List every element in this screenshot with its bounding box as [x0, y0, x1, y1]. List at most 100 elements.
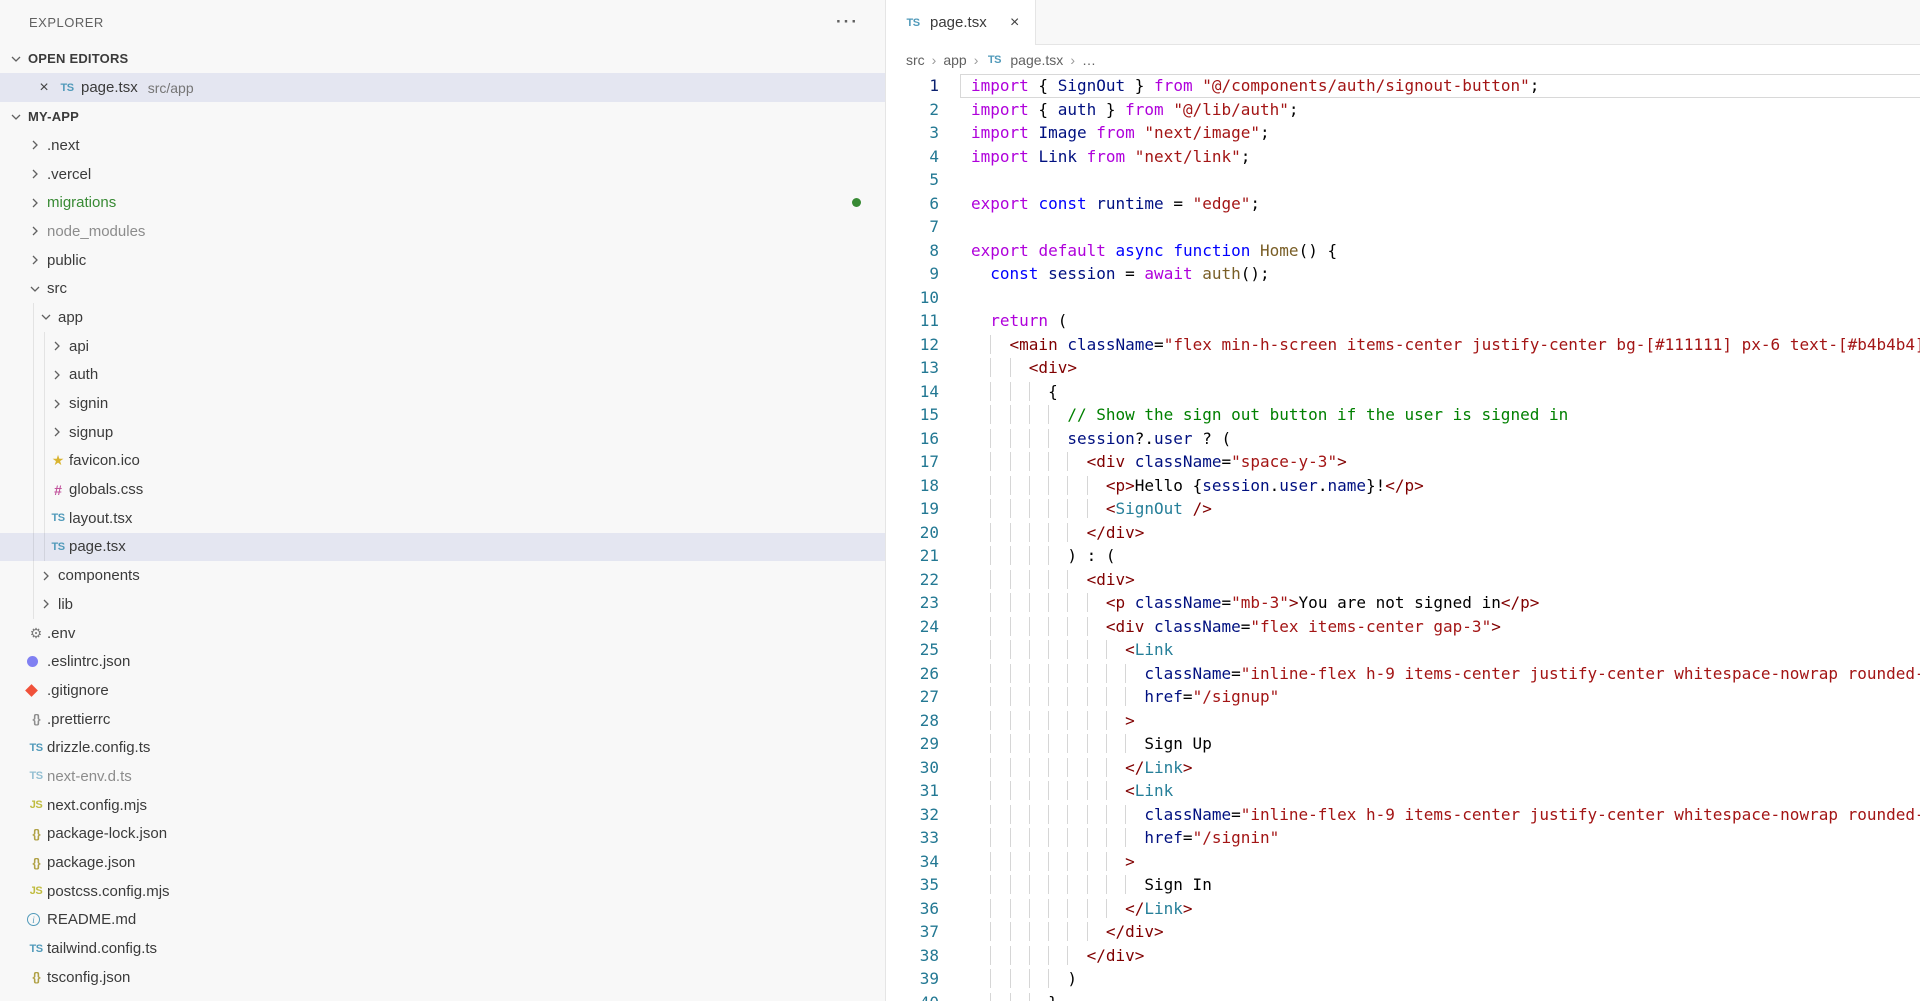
- tree-file-tailwind.config.ts[interactable]: TStailwind.config.ts: [0, 934, 885, 963]
- code-line[interactable]: 32 className="inline-flex h-9 items-cent…: [886, 803, 1920, 827]
- code-line[interactable]: 24 <div className="flex items-center gap…: [886, 615, 1920, 639]
- code-line[interactable]: 18 <p>Hello {session.user.name}!</p>: [886, 474, 1920, 498]
- tree-file-.prettierrc[interactable]: {}.prettierrc: [0, 705, 885, 734]
- code-line[interactable]: 4import Link from "next/link";: [886, 145, 1920, 169]
- code-line[interactable]: 14 {: [886, 380, 1920, 404]
- line-number[interactable]: 24: [886, 615, 939, 639]
- code-line[interactable]: 6export const runtime = "edge";: [886, 192, 1920, 216]
- tree-file-next.config.mjs[interactable]: JSnext.config.mjs: [0, 791, 885, 820]
- code-line[interactable]: 28 >: [886, 709, 1920, 733]
- tree-folder-components[interactable]: components: [0, 561, 885, 590]
- line-number[interactable]: 4: [886, 145, 939, 169]
- line-number[interactable]: 31: [886, 779, 939, 803]
- open-editor-item-page-tsx[interactable]: × TS page.tsx src/app: [0, 73, 885, 102]
- tree-folder-lib[interactable]: lib: [0, 590, 885, 619]
- line-number[interactable]: 9: [886, 262, 939, 286]
- tree-file-layout.tsx[interactable]: TSlayout.tsx: [0, 504, 885, 533]
- code-line[interactable]: 13 <div>: [886, 356, 1920, 380]
- tree-folder-api[interactable]: api: [0, 332, 885, 361]
- code-line[interactable]: 17 <div className="space-y-3">: [886, 450, 1920, 474]
- line-number[interactable]: 16: [886, 427, 939, 451]
- close-icon[interactable]: ×: [36, 80, 52, 96]
- line-number[interactable]: 40: [886, 991, 939, 1001]
- line-number[interactable]: 29: [886, 732, 939, 756]
- code-line[interactable]: 23 <p className="mb-3">You are not signe…: [886, 591, 1920, 615]
- code-line[interactable]: 37 </div>: [886, 920, 1920, 944]
- line-number[interactable]: 3: [886, 121, 939, 145]
- line-number[interactable]: 19: [886, 497, 939, 521]
- line-number[interactable]: 7: [886, 215, 939, 239]
- close-tab-icon[interactable]: ×: [1007, 15, 1023, 31]
- tree-folder-node_modules[interactable]: node_modules: [0, 217, 885, 246]
- more-actions-button[interactable]: ···: [836, 12, 859, 32]
- tree-file-.env[interactable]: ⚙.env: [0, 619, 885, 648]
- code-line[interactable]: 34 >: [886, 850, 1920, 874]
- tree-file-next-env.d.ts[interactable]: TSnext-env.d.ts: [0, 762, 885, 791]
- tree-file-favicon.ico[interactable]: ★favicon.ico: [0, 447, 885, 476]
- tree-file-page.tsx[interactable]: TSpage.tsx: [0, 533, 885, 562]
- code-line[interactable]: 5: [886, 168, 1920, 192]
- code-line[interactable]: 25 <Link: [886, 638, 1920, 662]
- code-line[interactable]: 33 href="/signin": [886, 826, 1920, 850]
- tree-file-drizzle.config.ts[interactable]: TSdrizzle.config.ts: [0, 733, 885, 762]
- tree-file-package-lock.json[interactable]: {}package-lock.json: [0, 820, 885, 849]
- tree-file-tsconfig.json[interactable]: {}tsconfig.json: [0, 963, 885, 992]
- breadcrumb-app[interactable]: app: [943, 52, 966, 68]
- tree-folder-signin[interactable]: signin: [0, 389, 885, 418]
- line-number[interactable]: 5: [886, 168, 939, 192]
- tab-page-tsx[interactable]: TS page.tsx ×: [886, 0, 1036, 45]
- tree-folder-signup[interactable]: signup: [0, 418, 885, 447]
- line-number[interactable]: 14: [886, 380, 939, 404]
- tree-folder-public[interactable]: public: [0, 246, 885, 275]
- tree-file-.gitignore[interactable]: .gitignore: [0, 676, 885, 705]
- code-line[interactable]: 3import Image from "next/image";: [886, 121, 1920, 145]
- line-number[interactable]: 32: [886, 803, 939, 827]
- tree-folder-auth[interactable]: auth: [0, 361, 885, 390]
- line-number[interactable]: 23: [886, 591, 939, 615]
- line-number[interactable]: 25: [886, 638, 939, 662]
- line-number[interactable]: 21: [886, 544, 939, 568]
- project-root-header[interactable]: MY-APP: [0, 102, 885, 131]
- line-number[interactable]: 10: [886, 286, 939, 310]
- tree-file-.eslintrc.json[interactable]: .eslintrc.json: [0, 647, 885, 676]
- tree-file-package.json[interactable]: {}package.json: [0, 848, 885, 877]
- line-number[interactable]: 39: [886, 967, 939, 991]
- code-line[interactable]: 26 className="inline-flex h-9 items-cent…: [886, 662, 1920, 686]
- code-line[interactable]: 29 Sign Up: [886, 732, 1920, 756]
- code-line[interactable]: 22 <div>: [886, 568, 1920, 592]
- line-number[interactable]: 38: [886, 944, 939, 968]
- code-line[interactable]: 16 session?.user ? (: [886, 427, 1920, 451]
- code-editor[interactable]: 1import { SignOut } from "@/components/a…: [886, 74, 1920, 1001]
- code-line[interactable]: 2import { auth } from "@/lib/auth";: [886, 98, 1920, 122]
- tree-folder-.next[interactable]: .next: [0, 131, 885, 160]
- code-line[interactable]: 38 </div>: [886, 944, 1920, 968]
- line-number[interactable]: 33: [886, 826, 939, 850]
- breadcrumb-file[interactable]: page.tsx: [1010, 52, 1063, 68]
- breadcrumb-src[interactable]: src: [906, 52, 925, 68]
- line-number[interactable]: 17: [886, 450, 939, 474]
- code-line[interactable]: 36 </Link>: [886, 897, 1920, 921]
- code-line[interactable]: 15 // Show the sign out button if the us…: [886, 403, 1920, 427]
- line-number[interactable]: 1: [886, 74, 939, 98]
- line-number[interactable]: 30: [886, 756, 939, 780]
- code-line[interactable]: 31 <Link: [886, 779, 1920, 803]
- line-number[interactable]: 26: [886, 662, 939, 686]
- line-number[interactable]: 20: [886, 521, 939, 545]
- code-line[interactable]: 30 </Link>: [886, 756, 1920, 780]
- tree-file-globals.css[interactable]: #globals.css: [0, 475, 885, 504]
- code-line[interactable]: 20 </div>: [886, 521, 1920, 545]
- line-number[interactable]: 22: [886, 568, 939, 592]
- line-number[interactable]: 27: [886, 685, 939, 709]
- tree-file-postcss.config.mjs[interactable]: JSpostcss.config.mjs: [0, 877, 885, 906]
- line-number[interactable]: 37: [886, 920, 939, 944]
- tree-folder-.vercel[interactable]: .vercel: [0, 160, 885, 189]
- tree-folder-app[interactable]: app: [0, 303, 885, 332]
- line-number[interactable]: 18: [886, 474, 939, 498]
- line-number[interactable]: 6: [886, 192, 939, 216]
- code-line[interactable]: 19 <SignOut />: [886, 497, 1920, 521]
- line-number[interactable]: 8: [886, 239, 939, 263]
- code-line[interactable]: 35 Sign In: [886, 873, 1920, 897]
- code-line[interactable]: 27 href="/signup": [886, 685, 1920, 709]
- code-line[interactable]: 39 ): [886, 967, 1920, 991]
- line-number[interactable]: 11: [886, 309, 939, 333]
